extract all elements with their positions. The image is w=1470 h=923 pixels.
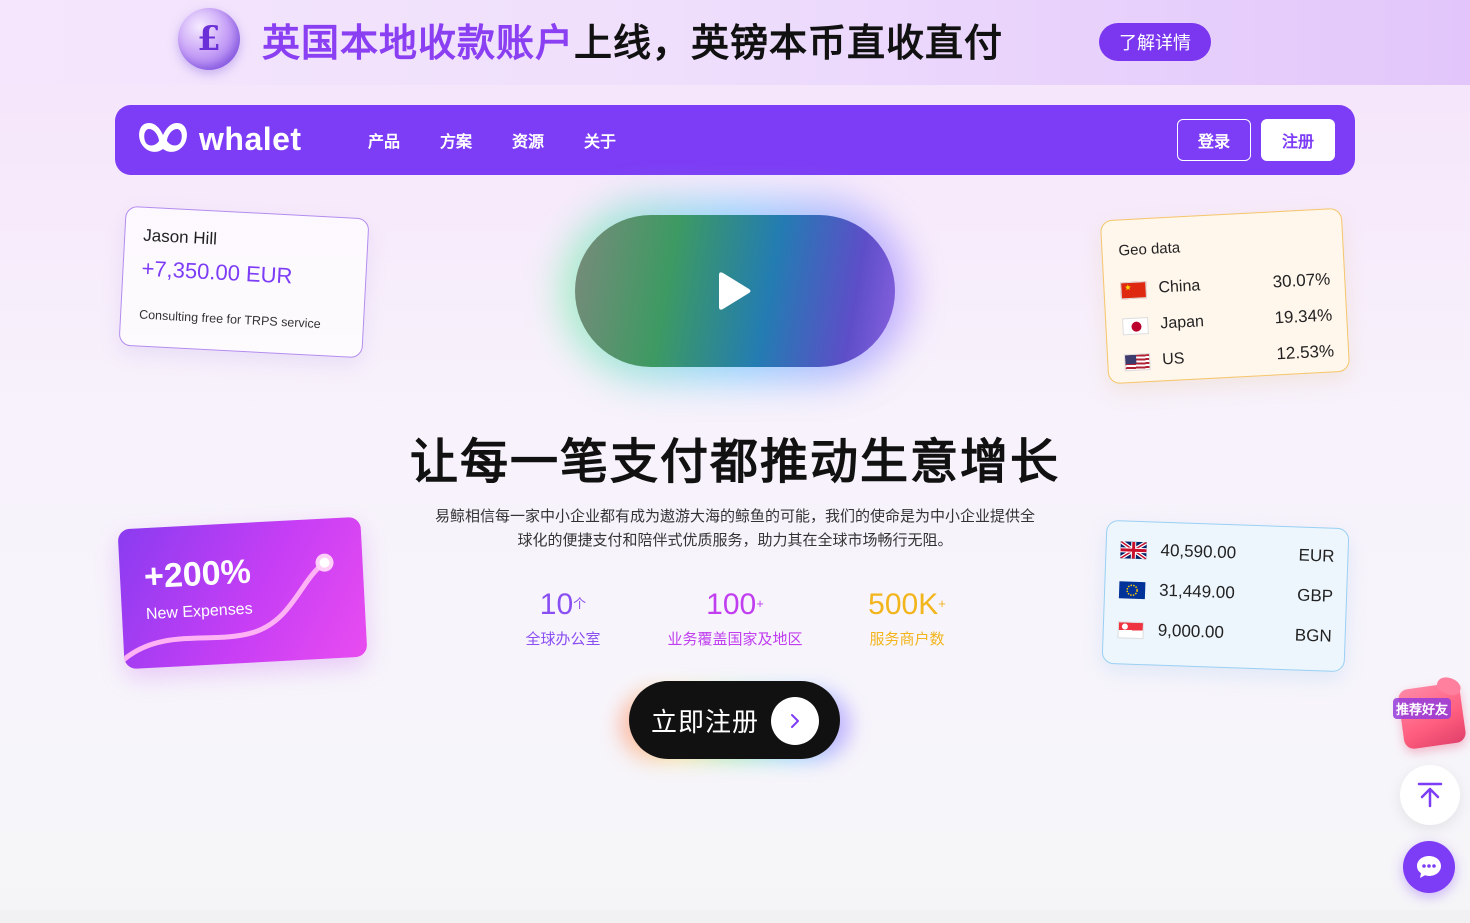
hero-headline: 让每一笔支付都推动生意增长 [409, 434, 1060, 490]
stat-value: 100+ [706, 588, 764, 621]
nav-item-products[interactable]: 产品 [368, 128, 400, 152]
promo-banner: £ 英国本地收款账户上线，英镑本币直收直付 了解详情 [0, 0, 1470, 85]
china-flag-icon: ★ [1120, 280, 1147, 299]
video-player[interactable] [575, 215, 895, 367]
stat-label: 服务商户数 [869, 630, 945, 648]
promo-title: 英国本地收款账户上线，英镑本币直收直付 [262, 12, 1003, 67]
geo-country: US [1161, 350, 1185, 369]
geo-data-card: Geo data ★ China 30.07% Japan 19.34% US … [1099, 207, 1351, 385]
refer-friend-widget[interactable]: 推荐好友 [1393, 674, 1467, 751]
login-button[interactable]: 登录 [1177, 119, 1251, 161]
pound-coin-icon: £ [178, 8, 240, 70]
stat-value: 500K+ [868, 588, 946, 621]
fx-currency: EUR [1298, 545, 1335, 566]
logo-text: whalet [199, 120, 302, 157]
main-nav: whalet 产品 方案 资源 关于 登录 注册 [115, 105, 1355, 175]
stat-countries: 100+ 业务覆盖国家及地区 [655, 588, 815, 649]
singapore-flag-icon [1117, 620, 1145, 639]
nav-item-solutions[interactable]: 方案 [440, 128, 472, 152]
japan-flag-icon [1122, 316, 1149, 335]
nav-menu: 产品 方案 资源 关于 [368, 128, 616, 152]
payer-name: Jason Hill [142, 225, 218, 249]
eu-flag-icon [1118, 580, 1146, 599]
geo-card-title: Geo data [1118, 239, 1181, 260]
nav-item-resources[interactable]: 资源 [512, 128, 544, 152]
stat-merchants: 500K+ 服务商户数 [852, 588, 962, 649]
play-icon[interactable] [715, 269, 755, 313]
logo[interactable]: whalet [135, 119, 302, 159]
geo-country: China [1158, 277, 1201, 297]
promo-title-rest: 上线，英镑本币直收直付 [574, 21, 1004, 65]
fx-row: 40,590.00 EUR [1120, 539, 1335, 566]
stat-label: 业务覆盖国家及地区 [667, 630, 803, 648]
fx-amount: 31,449.00 [1158, 580, 1236, 603]
bottom-strip [0, 910, 1470, 923]
register-button[interactable]: 注册 [1261, 119, 1335, 161]
stat-label: 全球办公室 [525, 630, 601, 648]
hero-description: 易鲸相信每一家中小企业都有成为遨游大海的鲸鱼的可能，我们的使命是为中小企业提供全… [435, 507, 1036, 549]
chat-bubble-icon [1417, 856, 1441, 878]
fx-amount: 9,000.00 [1157, 620, 1225, 642]
geo-row: Japan 19.34% [1122, 305, 1333, 336]
us-flag-icon [1123, 352, 1151, 371]
growth-card: +200% New Expenses [117, 516, 368, 670]
fx-card: 40,590.00 EUR 31,449.00 GBP 9,000.00 BGN [1101, 519, 1350, 673]
geo-percent: 12.53% [1275, 341, 1335, 364]
refer-friend-label: 推荐好友 [1393, 698, 1452, 719]
arrow-up-icon [1417, 782, 1443, 808]
chevron-right-icon [771, 697, 819, 745]
nav-item-about[interactable]: 关于 [584, 128, 616, 152]
geo-row: US 12.53% [1123, 341, 1335, 372]
learn-more-button[interactable]: 了解详情 [1099, 23, 1211, 61]
geo-percent: 19.34% [1274, 305, 1333, 328]
payer-amount: +7,350.00 EUR [140, 255, 294, 289]
fx-amount: 40,590.00 [1160, 540, 1237, 563]
uk-flag-icon [1120, 540, 1147, 559]
register-now-button[interactable]: 立即注册 [629, 681, 840, 759]
back-to-top-button[interactable] [1400, 765, 1460, 825]
payer-note: Consulting free for TRPS service [138, 307, 322, 332]
stat-offices: 10个 全球办公室 [508, 588, 618, 649]
payer-card: Jason Hill +7,350.00 EUR Consulting free… [118, 205, 370, 359]
geo-country: Japan [1159, 313, 1205, 333]
cta-label: 立即注册 [651, 707, 760, 738]
fx-currency: GBP [1296, 585, 1334, 606]
stat-value: 10个 [539, 588, 587, 621]
growth-curve-icon [121, 553, 334, 662]
promo-title-highlight: 英国本地收款账户 [262, 21, 575, 65]
geo-percent: 30.07% [1272, 269, 1331, 292]
geo-row: ★ China 30.07% [1120, 269, 1331, 300]
fx-currency: BGN [1294, 625, 1332, 646]
fx-row: 9,000.00 BGN [1117, 619, 1332, 646]
chat-button[interactable] [1403, 841, 1455, 893]
whalet-logo-icon [139, 123, 187, 152]
fx-row: 31,449.00 GBP [1118, 579, 1334, 606]
